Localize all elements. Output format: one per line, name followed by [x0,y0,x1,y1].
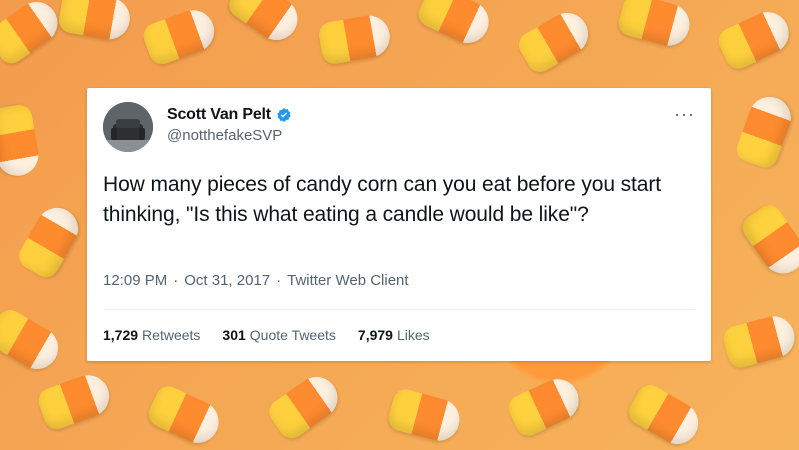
candy-corn-piece [56,0,134,43]
tweet-card: Scott Van Pelt @notthefakeSVP ··· How ma… [87,88,711,361]
candy-corn-piece [316,12,394,66]
candy-corn-piece [624,380,706,450]
likes-stat[interactable]: 7,979 Likes [358,327,430,343]
candy-corn-piece [34,369,116,433]
candy-corn-piece [720,311,799,371]
candy-corn-piece [139,4,221,68]
verified-badge-icon [276,107,292,123]
tweet-time[interactable]: 12:09 PM [103,272,167,289]
candy-corn-piece [414,0,496,50]
retweets-count: 1,729 [103,327,139,343]
separator-dot: · [173,272,179,289]
avatar[interactable] [103,102,153,152]
quote-tweets-label: Quote Tweets [249,327,336,343]
tweet-text: How many pieces of candy corn can you ea… [103,173,662,226]
candy-corn-piece [737,200,799,282]
candy-corn-piece [504,372,586,440]
candy-corn-piece [385,386,465,446]
candy-corn-piece [733,90,797,172]
candy-corn-piece [144,382,226,450]
divider [103,309,695,310]
retweets-label: Retweets [142,327,201,343]
candy-corn-piece [0,0,66,69]
separator-dot: · [276,272,282,289]
candy-corn-piece [14,200,86,282]
display-name[interactable]: Scott Van Pelt [167,106,271,124]
avatar-image-icon [103,102,153,152]
likes-count: 7,979 [357,327,393,343]
candy-corn-piece [0,102,42,180]
candy-corn-piece [714,5,796,73]
tweet-client[interactable]: Twitter Web Client [287,272,408,289]
tweet-date[interactable]: Oct 31, 2017 [184,272,270,289]
more-options-icon[interactable]: ··· [674,104,695,125]
retweets-stat[interactable]: 1,729 Retweets [103,327,200,343]
likes-label: Likes [396,327,430,343]
tweet-metadata: 12:09 PM · Oct 31, 2017 · Twitter Web Cl… [103,272,409,289]
candy-corn-piece [615,0,695,51]
candy-corn-piece [0,305,66,377]
candy-corn-piece [264,368,346,444]
user-handle[interactable]: @notthefakeSVP [167,127,282,144]
tweet-stats: 1,729 Retweets 301 Quote Tweets 7,979 Likes [103,327,430,343]
quote-tweets-count: 301 [222,327,246,343]
candy-corn-piece [224,0,306,49]
quote-tweets-stat[interactable]: 301 Quote Tweets [222,327,336,343]
candy-corn-piece [514,5,596,77]
